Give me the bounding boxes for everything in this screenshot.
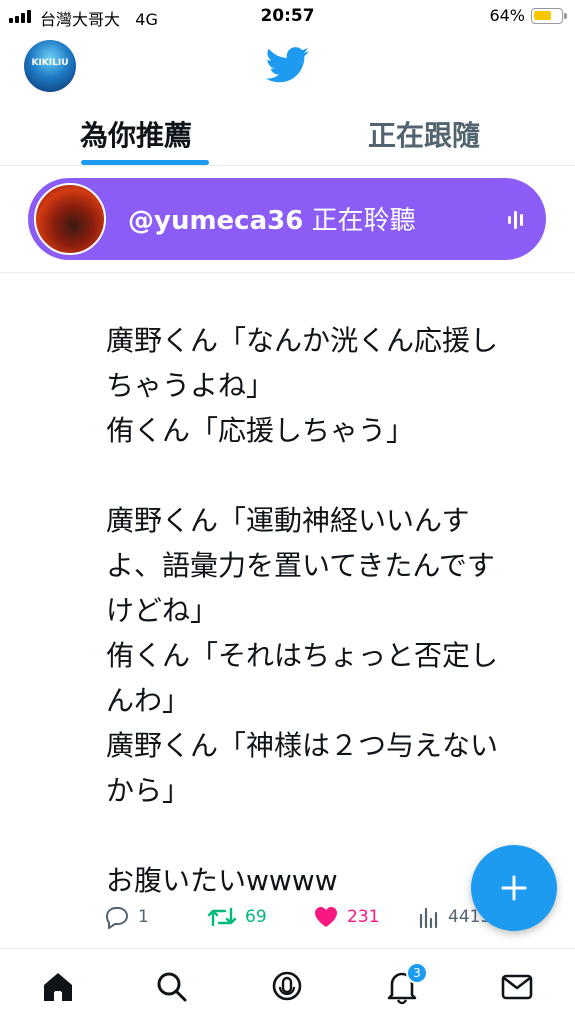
nav-spaces[interactable] — [269, 969, 305, 1005]
tweet-line: 侑くん「それはちょっと否定し — [106, 639, 499, 672]
views-icon — [419, 907, 438, 928]
status-bar: 台灣大哥大 4G 20:57 64% — [0, 0, 575, 34]
nav-home[interactable] — [40, 969, 76, 1005]
space-status: 正在聆聽 — [311, 206, 416, 236]
space-username: @yumeca36 — [128, 206, 304, 236]
tweet-line: ちゃうよね」 — [106, 369, 275, 402]
like-count: 231 — [347, 907, 380, 927]
notification-badge: 3 — [406, 962, 428, 984]
timeline-tabs: 為你推薦 正在跟隨 — [0, 100, 575, 166]
home-icon — [44, 973, 72, 1001]
messages-icon — [501, 974, 533, 1000]
tweet-line: 廣野くん「神様は２つ与えない — [106, 729, 499, 762]
nav-search[interactable] — [154, 969, 190, 1005]
battery-icon — [531, 8, 567, 24]
heart-icon — [315, 907, 337, 927]
reply-icon — [105, 907, 129, 929]
tweet-line: 廣野くん「運動神経いいんす — [106, 504, 470, 537]
reply-button[interactable]: 1 — [104, 902, 149, 932]
reply-count: 1 — [138, 907, 149, 927]
retweet-icon — [207, 907, 237, 927]
retweet-button[interactable]: 69 — [207, 902, 267, 932]
space-listening-text: @yumeca36 正在聆聽 — [128, 200, 416, 237]
tweet-line: から」 — [106, 774, 191, 807]
tab-for-you[interactable]: 為你推薦 — [80, 114, 192, 154]
tweet-line — [106, 453, 566, 498]
tweet-line: 廣野くん「なんか洸くん応援し — [106, 324, 499, 357]
nav-notifications[interactable]: 3 — [384, 962, 428, 1005]
bottom-nav: 3 — [0, 948, 575, 1024]
account-avatar-label: KIKILIU — [31, 58, 69, 68]
tweet-line: よ、語彙力を置いてきたんです — [106, 549, 495, 582]
account-avatar[interactable]: KIKILIU — [24, 40, 76, 92]
retweet-count: 69 — [245, 907, 267, 927]
search-icon — [157, 972, 187, 1002]
divider — [0, 272, 575, 273]
twitter-bird-icon[interactable] — [266, 47, 310, 83]
tweet-text: 廣野くん「なんか洸くん応援し ちゃうよね」 侑くん「応援しちゃう」 廣野くん「運… — [106, 318, 566, 903]
like-button[interactable]: 231 — [313, 902, 379, 932]
space-host-avatar — [34, 183, 106, 255]
audio-wave-icon — [508, 211, 524, 229]
nav-messages[interactable] — [499, 969, 535, 1005]
space-listening-card[interactable]: @yumeca36 正在聆聽 — [28, 178, 546, 260]
spaces-icon — [272, 971, 302, 1001]
tweet-line: 侑くん「応援しちゃう」 — [106, 414, 415, 447]
battery-percent: 64% — [489, 6, 525, 25]
compose-tweet-button[interactable] — [471, 845, 557, 931]
plus-icon — [501, 875, 527, 901]
tweet-line: けどね」 — [106, 594, 219, 627]
tab-following[interactable]: 正在跟隨 — [368, 114, 480, 154]
active-tab-indicator — [81, 160, 209, 165]
tweet-line: んわ」 — [106, 684, 191, 717]
